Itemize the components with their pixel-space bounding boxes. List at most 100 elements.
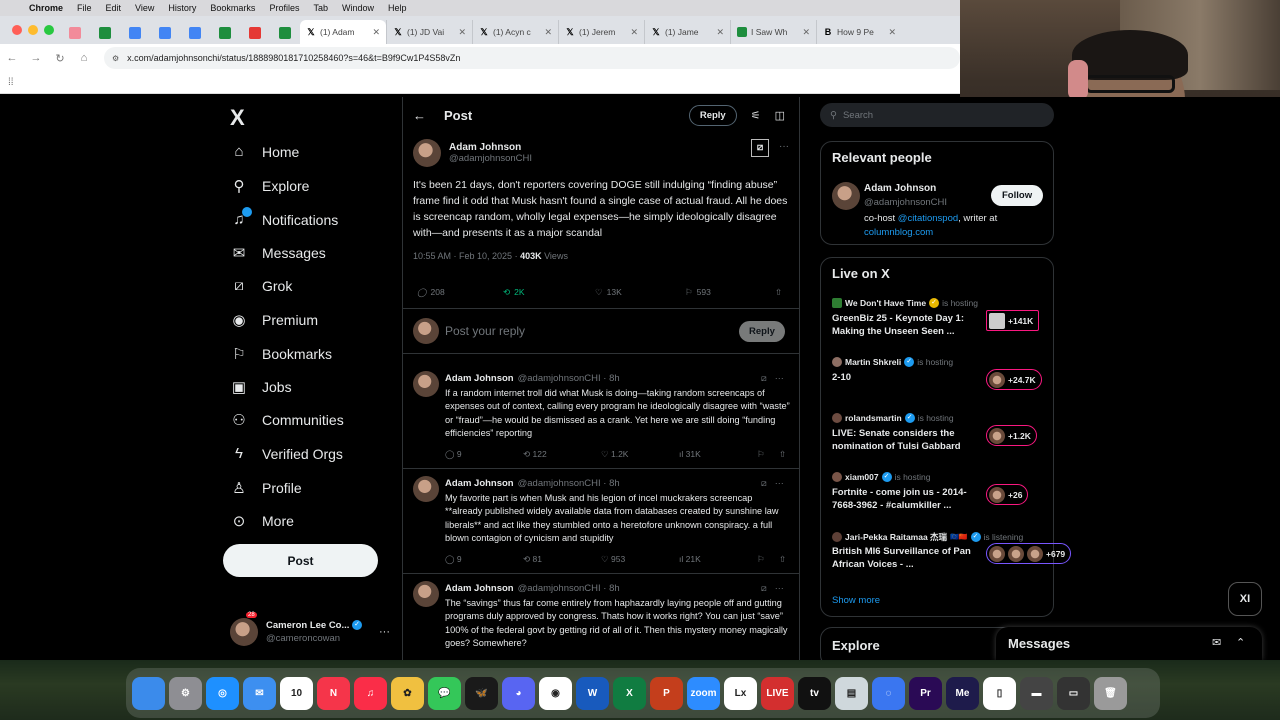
forward-arrow-icon[interactable]: → <box>24 52 48 64</box>
pinned-tab[interactable] <box>120 22 150 44</box>
account-switcher[interactable]: 28 Cameron Lee Co... ✓ @cameroncowan ··· <box>230 612 390 649</box>
search-input[interactable]: ⚲ Search <box>820 103 1054 127</box>
reply-header-button[interactable]: Reply <box>688 104 737 126</box>
nav-explore[interactable]: ⚲ Explore <box>230 177 310 195</box>
nav-messages[interactable]: ✉ Messages <box>230 244 326 262</box>
person-handle[interactable]: @adamjohnsonCHI <box>864 197 947 208</box>
more-dots-icon[interactable]: ··· <box>775 478 784 489</box>
media-encoder-icon[interactable]: Me <box>946 676 979 710</box>
nav-grok[interactable]: ⧄ Grok <box>230 277 292 294</box>
listener-pill[interactable]: +679 <box>986 543 1072 564</box>
bio-website-link[interactable]: columnblog.com <box>864 227 933 238</box>
finder-icon[interactable] <box>132 676 165 710</box>
photos-icon[interactable]: ✿ <box>391 676 424 710</box>
browser-tab[interactable]: 𝕏 (1) Jerem ✕ <box>558 20 644 44</box>
pinned-tab[interactable] <box>210 22 240 44</box>
nav-notifications[interactable]: ♫ Notifications <box>230 207 338 228</box>
folder-icon[interactable]: ▬ <box>1020 676 1053 710</box>
signal-icon[interactable]: ◌ <box>872 676 905 710</box>
pinned-tab[interactable] <box>90 22 120 44</box>
reply-action[interactable]: ◯ 208 <box>417 287 445 298</box>
reply-action[interactable]: ◯ 9 <box>445 449 462 460</box>
tweet-time[interactable]: 10:55 AM · Feb 10, 2025 · <box>413 251 520 261</box>
like-action[interactable]: ♡ 1.2K <box>601 449 628 460</box>
author-name[interactable]: Adam Johnson <box>445 373 514 384</box>
menu-edit[interactable]: Edit <box>99 0 129 16</box>
x-logo-icon[interactable]: X <box>230 105 245 131</box>
menu-file[interactable]: File <box>70 0 99 16</box>
share-icon[interactable]: ⇧ <box>779 554 786 565</box>
browser-tab[interactable]: I Saw Wh ✕ <box>730 20 816 44</box>
close-tab-icon[interactable]: ✕ <box>630 27 638 38</box>
butterfly-icon[interactable]: 🦋 <box>465 676 498 710</box>
bio-mention-link[interactable]: @citationspod <box>898 213 958 224</box>
bookmark-icon[interactable]: ⚐ <box>757 449 765 460</box>
share-action[interactable]: ⇧ <box>775 287 782 298</box>
grok-icon[interactable]: ⧄ <box>761 478 767 489</box>
share-icon[interactable]: ⇧ <box>779 449 786 460</box>
menu-profiles[interactable]: Profiles <box>262 0 306 16</box>
screen-icon[interactable]: ▭ <box>1057 676 1090 710</box>
zoom-icon[interactable]: zoom <box>687 676 720 710</box>
avatar[interactable] <box>413 139 441 167</box>
powerpoint-icon[interactable]: P <box>650 676 683 710</box>
author-name[interactable]: Adam Johnson <box>445 583 514 594</box>
author-handle[interactable]: @adamjohnsonCHI · 8h <box>518 478 620 489</box>
menu-window[interactable]: Window <box>335 0 381 16</box>
menu-help[interactable]: Help <box>381 0 414 16</box>
preview-icon[interactable]: ▤ <box>835 676 868 710</box>
grok-icon[interactable]: ⧄ <box>761 373 767 384</box>
calendar-icon[interactable]: 10 <box>280 676 313 710</box>
reply-input[interactable]: Post your reply <box>445 324 525 338</box>
menu-view[interactable]: View <box>128 0 161 16</box>
trash-icon[interactable]: 🗑 <box>1094 676 1127 710</box>
grok-explain-icon[interactable]: ⧄ <box>751 139 769 157</box>
follow-button[interactable]: Follow <box>991 185 1044 206</box>
lx-icon[interactable]: Lx <box>724 676 757 710</box>
reply-tweet[interactable]: Adam Johnson @adamjohnsonCHI · 8h ⧄ ··· I… <box>403 365 799 469</box>
excel-icon[interactable]: X <box>613 676 646 710</box>
apps-grid-icon[interactable]: ⁞⁞ <box>8 77 14 88</box>
reply-tweet[interactable]: Adam Johnson @adamjohnsonCHI · 8h ⧄ ··· M… <box>403 470 799 574</box>
views-action[interactable]: ıl 21K <box>679 554 701 564</box>
minimize-window-button[interactable] <box>28 25 38 35</box>
document-icon[interactable]: ▯ <box>983 676 1016 710</box>
avatar[interactable] <box>413 581 439 607</box>
close-tab-icon[interactable]: ✕ <box>888 27 896 38</box>
listener-pill[interactable]: +141K <box>986 310 1040 331</box>
word-icon[interactable]: W <box>576 676 609 710</box>
grok-floating-button[interactable]: XI <box>1228 582 1262 616</box>
repost-action[interactable]: ⟲ 81 <box>523 554 542 565</box>
messages-icon[interactable]: 💬 <box>428 676 461 710</box>
live-icon[interactable]: LIVE <box>761 676 794 710</box>
reply-submit-button[interactable]: Reply <box>739 321 785 342</box>
more-dots-icon[interactable]: ··· <box>379 626 390 638</box>
author-name[interactable]: Adam Johnson <box>445 478 514 489</box>
appletv-icon[interactable]: tv <box>798 676 831 710</box>
discord-icon[interactable]: ◕ <box>502 676 535 710</box>
site-info-icon[interactable]: ⚙ <box>112 54 119 63</box>
messages-drawer[interactable]: Messages ✉ ⌃ <box>996 627 1262 660</box>
author-name[interactable]: Adam Johnson <box>449 142 532 153</box>
more-dots-icon[interactable]: ··· <box>775 583 784 594</box>
pinned-tab[interactable] <box>180 22 210 44</box>
like-action[interactable]: ♡ 13K <box>595 287 622 298</box>
nav-premium[interactable]: ◉ Premium <box>230 311 318 329</box>
author-handle[interactable]: @adamjohnsonCHI <box>449 153 532 164</box>
nav-communities[interactable]: ⚇ Communities <box>230 411 343 429</box>
close-tab-icon[interactable]: ✕ <box>802 27 810 38</box>
safari-icon[interactable]: ◎ <box>206 676 239 710</box>
browser-tab[interactable]: 𝕏 (1) Acyn c ✕ <box>472 20 558 44</box>
repost-action[interactable]: ⟲ 2K <box>503 287 525 298</box>
listener-pill[interactable]: +26 <box>986 484 1029 505</box>
close-tab-icon[interactable]: ✕ <box>716 27 724 38</box>
compose-message-icon[interactable]: ✉ <box>1212 636 1221 649</box>
repost-action[interactable]: ⟲ 122 <box>523 449 547 460</box>
address-bar[interactable]: ⚙ x.com/adamjohnsonchi/status/1888980181… <box>104 47 960 69</box>
nav-jobs[interactable]: ▣ Jobs <box>230 378 292 396</box>
nav-profile[interactable]: ♙ Profile <box>230 479 301 497</box>
nav-bookmarks[interactable]: ⚐ Bookmarks <box>230 345 332 363</box>
show-more-link[interactable]: Show more <box>832 595 880 606</box>
news-icon[interactable]: N <box>317 676 350 710</box>
browser-tab-active[interactable]: 𝕏 (1) Adam ✕ <box>300 20 386 44</box>
